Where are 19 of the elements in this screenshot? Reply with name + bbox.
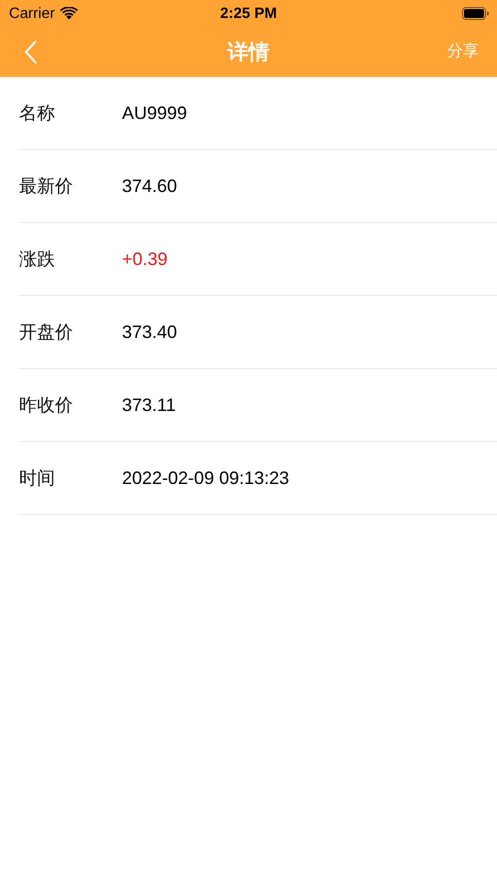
field-label: 名称 xyxy=(19,102,56,125)
share-button[interactable]: 分享 xyxy=(447,37,479,66)
field-value: +0.39 xyxy=(122,248,168,270)
wifi-icon xyxy=(60,6,78,20)
field-label: 昨收价 xyxy=(19,394,74,417)
page-title: 详情 xyxy=(228,40,270,66)
battery-icon xyxy=(462,6,489,20)
field-value: 373.11 xyxy=(122,394,176,416)
field-value: AU9999 xyxy=(122,102,188,124)
back-icon[interactable] xyxy=(24,40,38,64)
field-value: 2022-02-09 09:13:23 xyxy=(122,468,290,488)
status-time: 2:25 PM xyxy=(220,4,277,22)
field-value: 373.40 xyxy=(122,322,178,342)
field-label: 涨跌 xyxy=(19,248,56,271)
field-value: 374.60 xyxy=(122,176,178,196)
field-label: 开盘价 xyxy=(19,321,74,344)
field-label: 最新价 xyxy=(19,175,74,198)
carrier-label: Carrier xyxy=(9,4,55,22)
field-label: 时间 xyxy=(19,467,56,490)
